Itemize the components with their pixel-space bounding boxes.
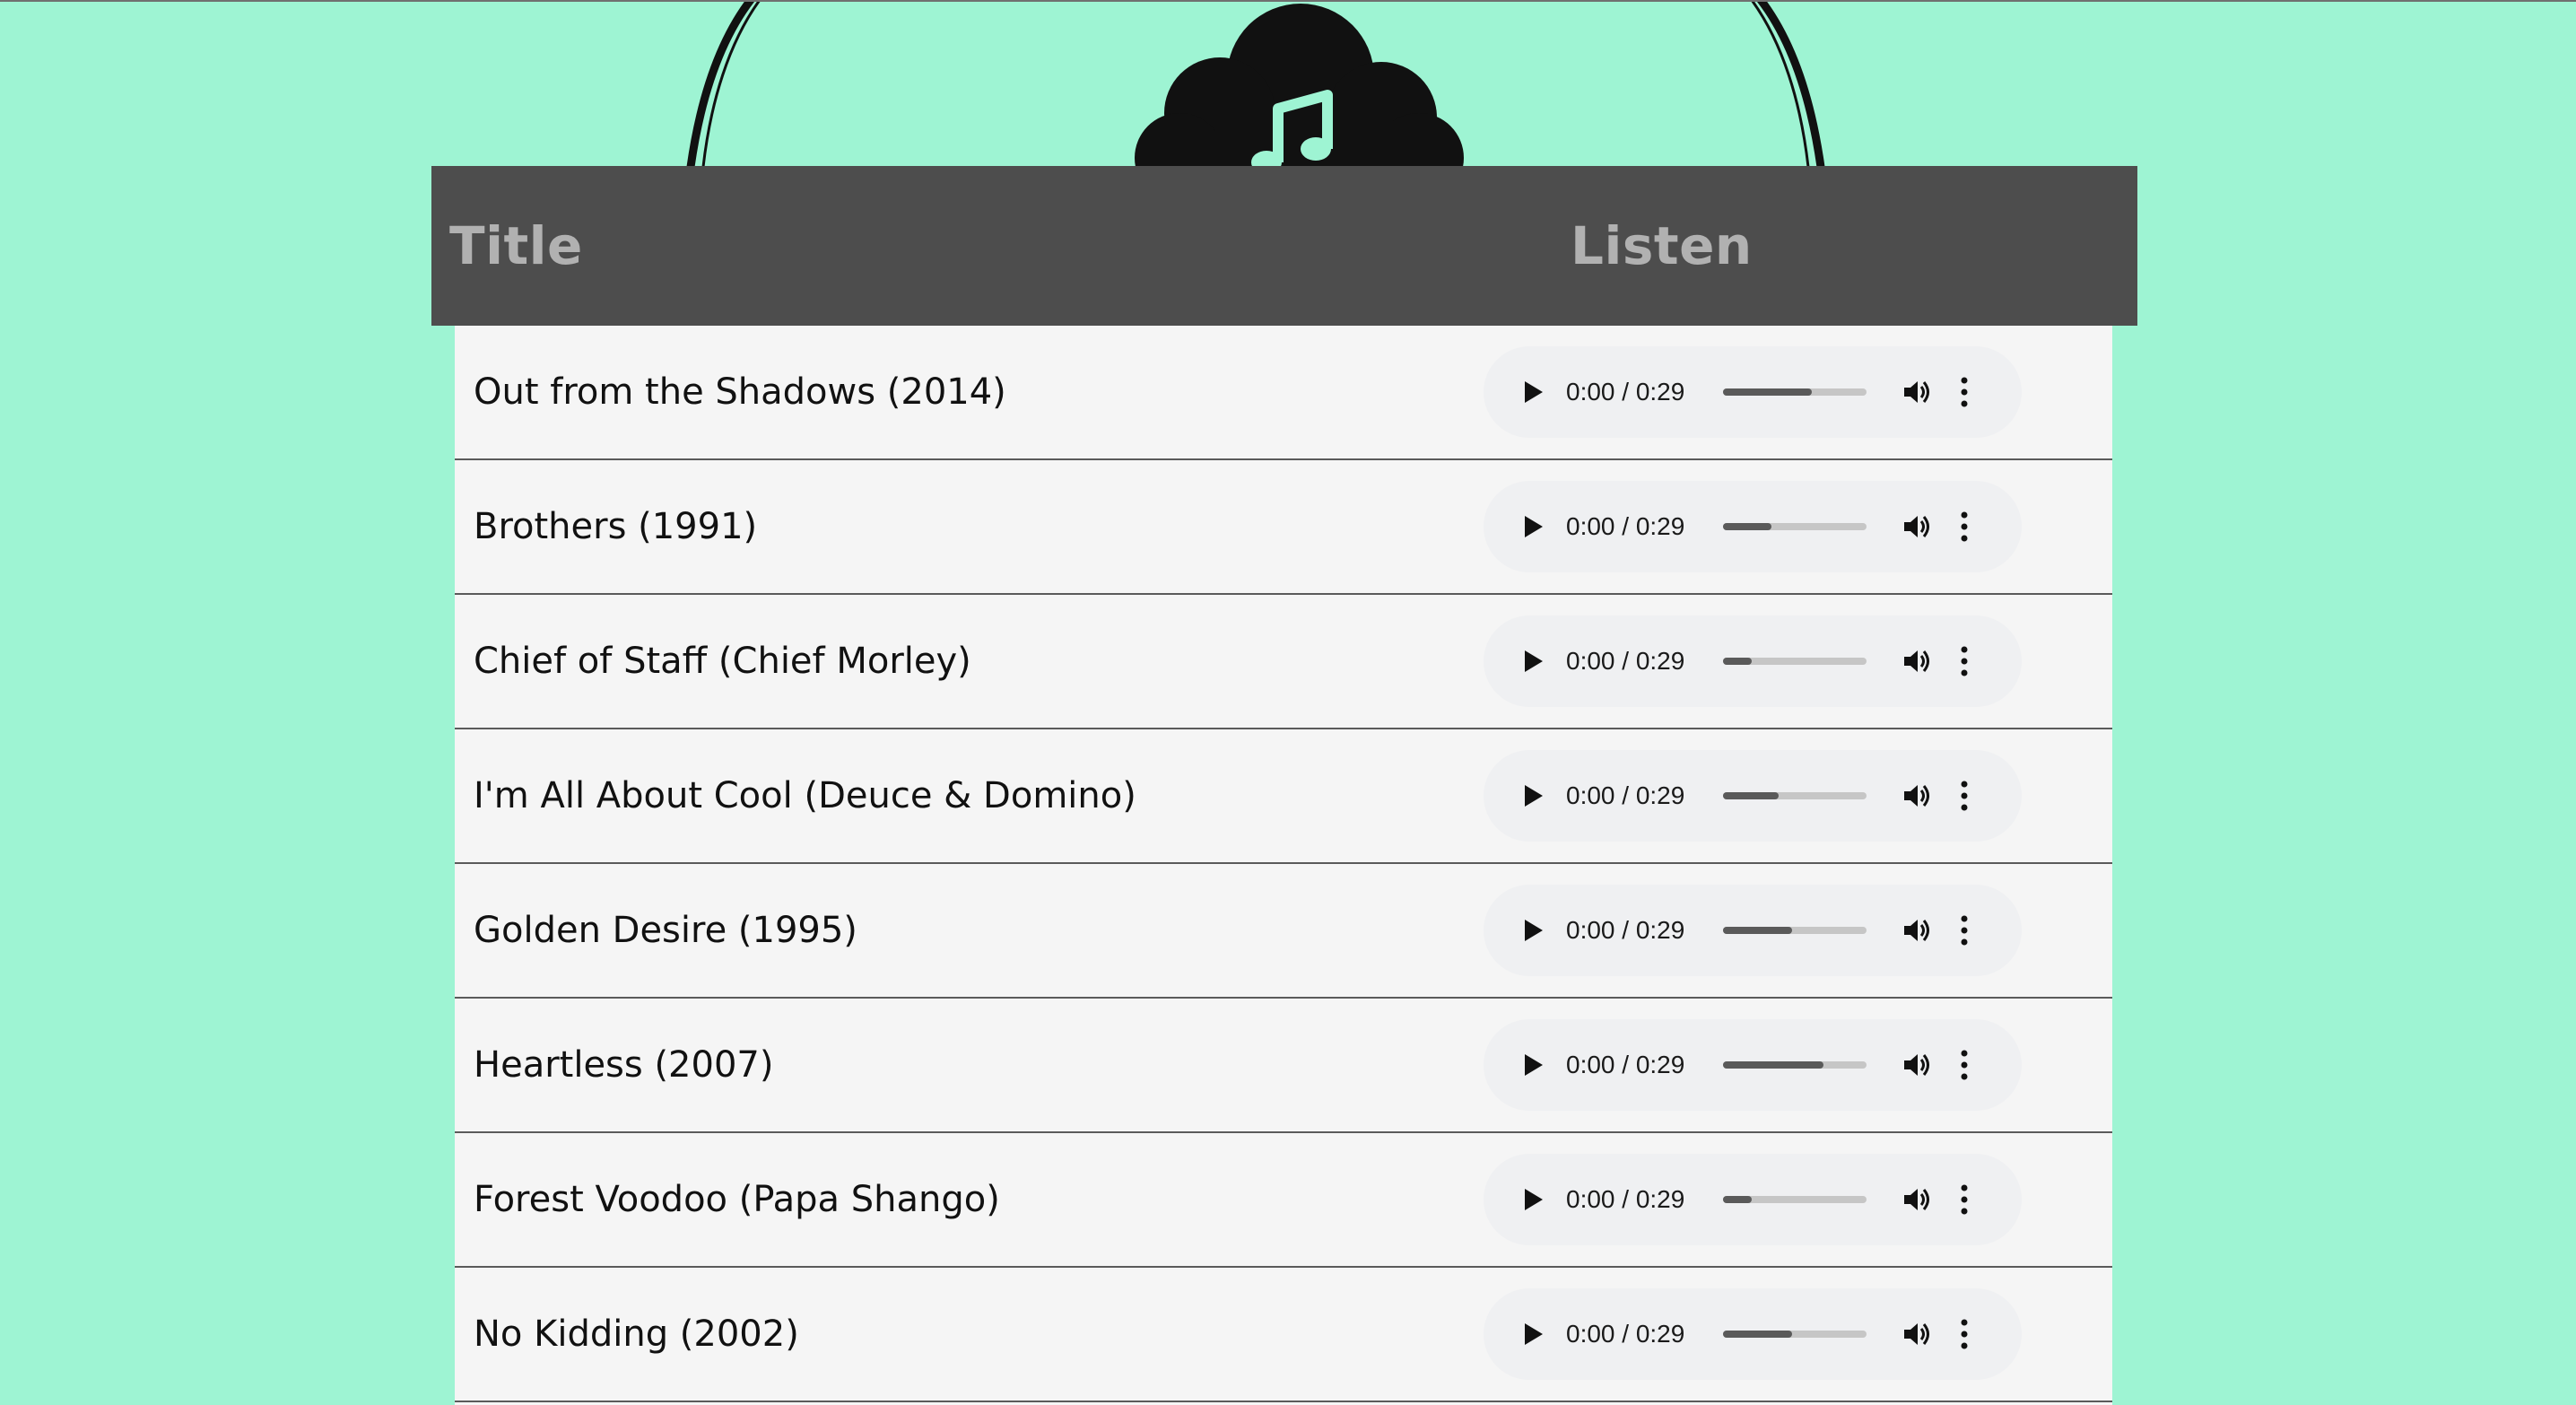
audio-player: 0:00 / 0:29 <box>1484 1288 2022 1380</box>
song-title: I'm All About Cool (Deuce & Domino) <box>474 775 1136 816</box>
table-header: Title Listen <box>431 166 2137 326</box>
audio-player: 0:00 / 0:29 <box>1484 885 2022 976</box>
song-row: Heartless (2007) 0:00 / 0:29 <box>455 999 2112 1133</box>
volume-slider[interactable] <box>1723 523 1867 530</box>
volume-slider[interactable] <box>1723 388 1867 396</box>
play-icon[interactable] <box>1519 1186 1546 1213</box>
time-display: 0:00 / 0:29 <box>1566 1320 1685 1348</box>
listen-column-header: Listen <box>1571 215 1753 276</box>
volume-slider-fill <box>1723 1061 1823 1069</box>
audio-player: 0:00 / 0:29 <box>1484 1019 2022 1111</box>
song-row: Chief of Staff (Chief Morley) 0:00 / 0:2… <box>455 595 2112 729</box>
music-note-cloud-icon <box>686 2 1825 176</box>
song-title: Chief of Staff (Chief Morley) <box>474 641 971 682</box>
volume-icon[interactable] <box>1902 646 1932 676</box>
play-icon[interactable] <box>1519 1321 1546 1348</box>
song-row: I'm All About Cool (Deuce & Domino) 0:00… <box>455 729 2112 864</box>
volume-slider[interactable] <box>1723 658 1867 665</box>
time-display: 0:00 / 0:29 <box>1566 781 1685 809</box>
play-icon[interactable] <box>1519 1052 1546 1078</box>
more-options-icon[interactable] <box>1957 1049 1971 1081</box>
song-title: Out from the Shadows (2014) <box>474 371 1006 413</box>
volume-slider-fill <box>1723 792 1780 799</box>
play-icon[interactable] <box>1519 917 1546 944</box>
play-icon[interactable] <box>1519 648 1546 675</box>
volume-slider-fill <box>1723 523 1772 530</box>
volume-icon[interactable] <box>1902 915 1932 946</box>
audio-player: 0:00 / 0:29 <box>1484 481 2022 572</box>
title-column-header: Title <box>449 215 583 276</box>
volume-icon[interactable] <box>1902 377 1932 407</box>
song-title: No Kidding (2002) <box>474 1313 799 1355</box>
volume-icon[interactable] <box>1902 1319 1932 1349</box>
volume-icon[interactable] <box>1902 1184 1932 1215</box>
song-row: Brothers (1991) 0:00 / 0:29 <box>455 460 2112 595</box>
song-row: No Kidding (2002) 0:00 / 0:29 <box>455 1268 2112 1402</box>
page: Title Listen Out from the Shadows (2014)… <box>0 0 2576 1405</box>
more-options-icon[interactable] <box>1957 376 1971 408</box>
volume-slider-fill <box>1723 1196 1752 1203</box>
song-title: Golden Desire (1995) <box>474 910 857 951</box>
volume-icon[interactable] <box>1902 781 1932 811</box>
play-icon[interactable] <box>1519 513 1546 540</box>
volume-icon[interactable] <box>1902 511 1932 542</box>
song-row: Golden Desire (1995) 0:00 / 0:29 <box>455 864 2112 999</box>
audio-player: 0:00 / 0:29 <box>1484 615 2022 707</box>
play-icon[interactable] <box>1519 379 1546 406</box>
more-options-icon[interactable] <box>1957 780 1971 812</box>
volume-slider-fill <box>1723 1331 1792 1338</box>
volume-icon[interactable] <box>1902 1050 1932 1080</box>
song-list: Out from the Shadows (2014) 0:00 / 0:29 … <box>455 326 2112 1405</box>
time-display: 0:00 / 0:29 <box>1566 647 1685 675</box>
more-options-icon[interactable] <box>1957 645 1971 677</box>
time-display: 0:00 / 0:29 <box>1566 1185 1685 1213</box>
audio-player: 0:00 / 0:29 <box>1484 346 2022 438</box>
volume-slider[interactable] <box>1723 1061 1867 1069</box>
audio-player: 0:00 / 0:29 <box>1484 1154 2022 1245</box>
song-title: Brothers (1991) <box>474 506 758 547</box>
volume-slider[interactable] <box>1723 927 1867 934</box>
volume-slider-fill <box>1723 927 1792 934</box>
volume-slider-fill <box>1723 658 1752 665</box>
song-title: Forest Voodoo (Papa Shango) <box>474 1179 1000 1220</box>
time-display: 0:00 / 0:29 <box>1566 1051 1685 1078</box>
volume-slider[interactable] <box>1723 1331 1867 1338</box>
more-options-icon[interactable] <box>1957 914 1971 947</box>
song-row: Forest Voodoo (Papa Shango) 0:00 / 0:29 <box>455 1133 2112 1268</box>
time-display: 0:00 / 0:29 <box>1566 916 1685 944</box>
play-icon[interactable] <box>1519 782 1546 809</box>
more-options-icon[interactable] <box>1957 1318 1971 1350</box>
volume-slider[interactable] <box>1723 1196 1867 1203</box>
volume-slider[interactable] <box>1723 792 1867 799</box>
more-options-icon[interactable] <box>1957 1183 1971 1216</box>
time-display: 0:00 / 0:29 <box>1566 378 1685 406</box>
audio-player: 0:00 / 0:29 <box>1484 750 2022 842</box>
volume-slider-fill <box>1723 388 1813 396</box>
more-options-icon[interactable] <box>1957 511 1971 543</box>
song-title: Heartless (2007) <box>474 1044 774 1086</box>
time-display: 0:00 / 0:29 <box>1566 512 1685 540</box>
song-row: Out from the Shadows (2014) 0:00 / 0:29 <box>455 326 2112 460</box>
